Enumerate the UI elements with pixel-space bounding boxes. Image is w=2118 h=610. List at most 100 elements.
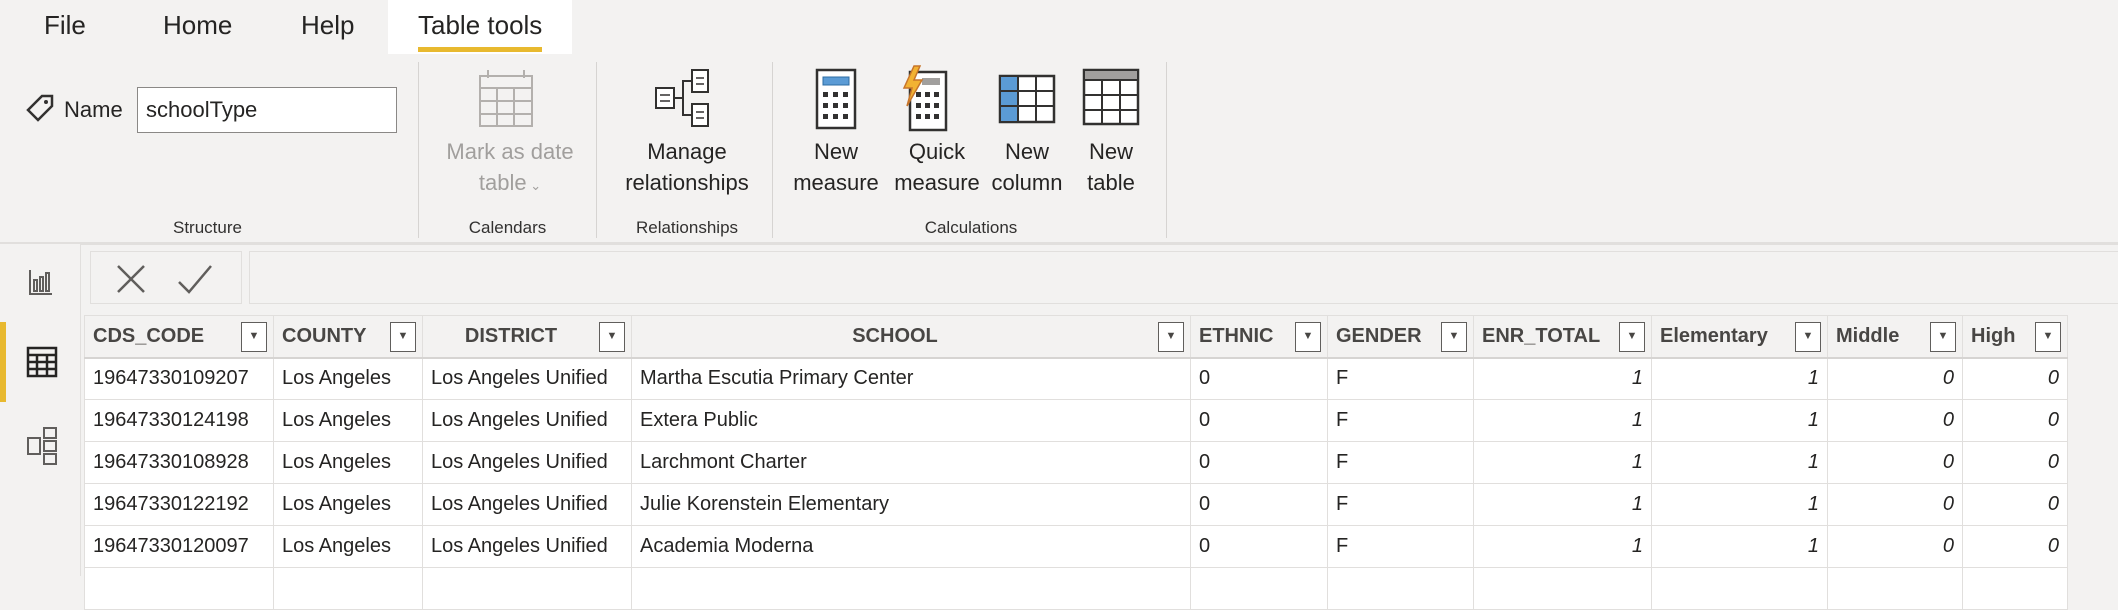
filter-dropdown-icon[interactable]: ▼ [1295, 322, 1321, 352]
table-name-input[interactable] [137, 87, 397, 133]
column-header-label: COUNTY [282, 324, 367, 347]
btn-line2: measure [894, 170, 980, 195]
cell-school[interactable]: Extera Public [631, 399, 1191, 442]
btn-line2: relationships [625, 170, 749, 195]
cancel-icon[interactable] [115, 264, 147, 294]
cell-high[interactable]: 0 [1962, 483, 2068, 526]
btn-line1: New [1088, 139, 1133, 164]
column-header-middle[interactable]: Middle ▼ [1827, 315, 1963, 359]
cell-county[interactable]: Los Angeles [273, 483, 423, 526]
formula-bar-input[interactable] [249, 251, 2118, 304]
cell-district[interactable]: Los Angeles Unified [422, 441, 632, 484]
cell-elementary[interactable]: 1 [1651, 525, 1828, 568]
cell-ethnic[interactable]: 0 [1190, 525, 1328, 568]
table-row: 19647330120097 Los Angeles Los Angeles Uni… [84, 525, 2068, 568]
divider [418, 62, 419, 238]
cell-ethnic[interactable]: 0 [1190, 441, 1328, 484]
filter-dropdown-icon[interactable]: ▼ [390, 322, 416, 352]
filter-dropdown-icon[interactable]: ▼ [1158, 322, 1184, 352]
cell-county[interactable]: Los Angeles [273, 399, 423, 442]
column-header-ethnic[interactable]: ETHNIC ▼ [1190, 315, 1328, 359]
table-row-partial [84, 567, 2068, 610]
quick-measure-icon [902, 65, 948, 132]
cell-enr-total[interactable]: 1 [1473, 525, 1652, 568]
cell-school[interactable]: Academia Moderna [631, 525, 1191, 568]
column-header-school[interactable]: SCHOOL ▼ [631, 315, 1191, 359]
filter-dropdown-icon[interactable]: ▼ [599, 322, 625, 352]
commit-checkmark-icon[interactable] [177, 264, 213, 294]
cell-cds-code[interactable]: 19647330124198 [84, 399, 274, 442]
cell-elementary[interactable]: 1 [1651, 357, 1828, 400]
calculator-icon [815, 68, 857, 130]
cell-middle[interactable]: 0 [1827, 441, 1963, 484]
cell-enr-total[interactable]: 1 [1473, 357, 1652, 400]
filter-dropdown-icon[interactable]: ▼ [1619, 322, 1645, 352]
tag-icon [26, 94, 54, 122]
cell-elementary[interactable]: 1 [1651, 441, 1828, 484]
cell-school[interactable]: Larchmont Charter [631, 441, 1191, 484]
filter-dropdown-icon[interactable]: ▼ [1930, 322, 1956, 352]
cell-cds-code[interactable]: 19647330108928 [84, 441, 274, 484]
filter-dropdown-icon[interactable]: ▼ [1441, 322, 1467, 352]
column-header-label: Elementary [1660, 324, 1768, 347]
cell-county[interactable]: Los Angeles [273, 357, 423, 400]
report-view-icon[interactable] [28, 268, 54, 296]
header-row: CDS_CODE ▼ COUNTY ▼ DISTRICT ▼ SCHOOL ▼ ETHNIC ▼ G… [84, 315, 2068, 359]
cell-gender[interactable]: F [1327, 525, 1474, 568]
column-header-high[interactable]: High ▼ [1962, 315, 2068, 359]
filter-dropdown-icon[interactable]: ▼ [1795, 322, 1821, 352]
cell-elementary[interactable]: 1 [1651, 483, 1828, 526]
filter-dropdown-icon[interactable]: ▼ [2035, 322, 2061, 352]
cell-gender[interactable]: F [1327, 357, 1474, 400]
column-header-elementary[interactable]: Elementary ▼ [1651, 315, 1828, 359]
cell-district[interactable]: Los Angeles Unified [422, 357, 632, 400]
cell-enr-total[interactable]: 1 [1473, 399, 1652, 442]
cell-middle[interactable]: 0 [1827, 483, 1963, 526]
cell-county[interactable]: Los Angeles [273, 525, 423, 568]
cell-high[interactable]: 0 [1962, 357, 2068, 400]
cell-school[interactable]: Julie Korenstein Elementary [631, 483, 1191, 526]
btn-line2: table [1087, 170, 1135, 195]
model-view-icon[interactable] [24, 426, 60, 466]
cell-high[interactable]: 0 [1962, 525, 2068, 568]
calendar-icon [479, 70, 533, 127]
cell-district[interactable]: Los Angeles Unified [422, 525, 632, 568]
cell-ethnic[interactable]: 0 [1190, 399, 1328, 442]
column-header-enr-total[interactable]: ENR_TOTAL ▼ [1473, 315, 1652, 359]
data-view-icon[interactable] [26, 346, 58, 378]
cell-cds-code[interactable]: 19647330120097 [84, 525, 274, 568]
filter-dropdown-icon[interactable]: ▼ [241, 322, 267, 352]
new-column-icon [998, 74, 1056, 124]
cell-ethnic[interactable]: 0 [1190, 357, 1328, 400]
empty-cell [1962, 567, 2068, 610]
cell-district[interactable]: Los Angeles Unified [422, 483, 632, 526]
column-header-district[interactable]: DISTRICT ▼ [422, 315, 632, 359]
cell-gender[interactable]: F [1327, 441, 1474, 484]
column-header-cds-code[interactable]: CDS_CODE ▼ [84, 315, 274, 359]
cell-cds-code[interactable]: 19647330122192 [84, 483, 274, 526]
cell-enr-total[interactable]: 1 [1473, 483, 1652, 526]
cell-high[interactable]: 0 [1962, 399, 2068, 442]
cell-high[interactable]: 0 [1962, 441, 2068, 484]
btn-line1: New [1004, 139, 1049, 164]
cell-middle[interactable]: 0 [1827, 357, 1963, 400]
cell-middle[interactable]: 0 [1827, 399, 1963, 442]
group-calendars: Calendars [468, 218, 547, 237]
cell-gender[interactable]: F [1327, 399, 1474, 442]
cell-district[interactable]: Los Angeles Unified [422, 399, 632, 442]
group-calculations: Calculations [924, 218, 1018, 237]
cell-gender[interactable]: F [1327, 483, 1474, 526]
cell-middle[interactable]: 0 [1827, 525, 1963, 568]
btn-line2: column [991, 170, 1063, 195]
cell-school[interactable]: Martha Escutia Primary Center [631, 357, 1191, 400]
column-header-gender[interactable]: GENDER ▼ [1327, 315, 1474, 359]
cell-cds-code[interactable]: 19647330109207 [84, 357, 274, 400]
divider [1166, 62, 1167, 238]
cell-enr-total[interactable]: 1 [1473, 441, 1652, 484]
column-header-county[interactable]: COUNTY ▼ [273, 315, 423, 359]
btn-line1: Manage [647, 139, 727, 164]
cell-county[interactable]: Los Angeles [273, 441, 423, 484]
cell-ethnic[interactable]: 0 [1190, 483, 1328, 526]
cell-elementary[interactable]: 1 [1651, 399, 1828, 442]
column-header-label: ENR_TOTAL [1482, 324, 1601, 347]
